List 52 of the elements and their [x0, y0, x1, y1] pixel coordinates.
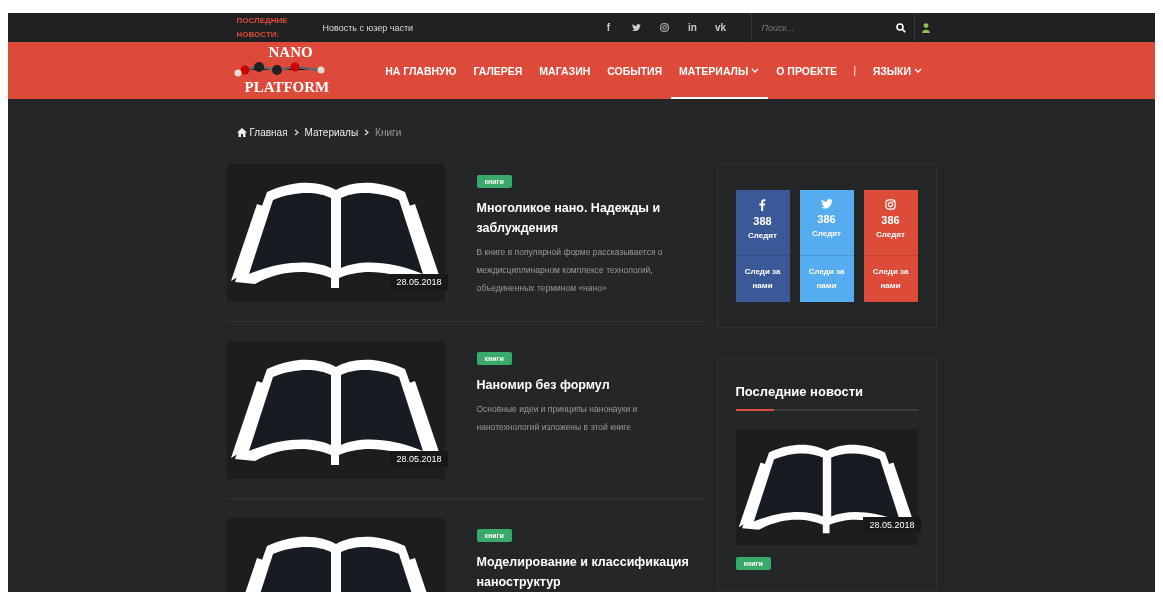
search-field[interactable]: Поиск...: [759, 21, 896, 34]
follow-link[interactable]: Следи за нами: [863, 256, 918, 294]
date-label: 28.05.2018: [863, 517, 921, 533]
nav-item[interactable]: ГАЛЕРЕЯ: [464, 42, 531, 99]
article-excerpt: Основные идеи и принципы нанонауки и нанотехнологий изложены в этой книге: [476, 403, 639, 434]
follow-link[interactable]: Следи за нами: [799, 256, 854, 294]
search-icon[interactable]: [895, 22, 906, 33]
facebook-icon: [759, 199, 766, 211]
article-title[interactable]: Моделирование и классификация наноструктур: [476, 552, 697, 592]
breadcrumb-link[interactable]: Главная: [236, 126, 288, 138]
nav-item[interactable]: О ПРОЕКТЕ: [767, 42, 846, 99]
date-label: 28.05.2018: [390, 451, 448, 467]
home-icon: [236, 127, 247, 137]
social-card[interactable]: 386 Следят Следи за нами: [863, 190, 918, 302]
social-link[interactable]: f: [594, 22, 623, 33]
chevron-down-icon: [751, 68, 760, 73]
follower-label: Следят: [812, 228, 841, 238]
follow-link[interactable]: Следи за нами: [735, 256, 790, 294]
nav-separator: |: [852, 64, 858, 78]
nav-item[interactable]: МАТЕРИАЛЫ: [670, 42, 768, 99]
twitter-icon: [632, 23, 641, 32]
breadcrumb-link[interactable]: Книги: [375, 126, 402, 138]
article-excerpt: В книге в популярной форме рассказывается о междисциплинарном комплексе технологий, объединенных термином «нано»: [476, 246, 664, 295]
nav-item[interactable]: МАГАЗИН: [530, 42, 599, 99]
chevron-right-icon: [364, 128, 370, 136]
twitter-icon: [820, 199, 833, 209]
follower-count: 386: [881, 214, 900, 226]
user-icon[interactable]: [921, 22, 930, 33]
date-label: 28.05.2018: [390, 274, 448, 290]
chevron-down-icon: [914, 68, 922, 73]
widget-title: Последние новости: [735, 384, 865, 399]
ticker-text[interactable]: Новость с юзер части: [322, 22, 595, 33]
ticker-label: ПОСЛЕДНИЕ НОВОСТИ:: [236, 14, 289, 41]
follower-count: 388: [753, 215, 772, 227]
social-card[interactable]: 386 Следят Следи за нами: [799, 190, 854, 302]
follower-label: Следят: [876, 230, 905, 239]
article-title[interactable]: Наномир без формул: [476, 375, 697, 395]
social-link[interactable]: in: [678, 22, 707, 33]
follower-label: Следят: [748, 231, 777, 240]
instagram-icon: [660, 23, 669, 32]
follower-count: 386: [817, 212, 836, 225]
article-title[interactable]: Многоликое нано. Надежды и заблуждения: [476, 198, 697, 238]
logo-text[interactable]: NANO: [268, 45, 313, 60]
nav-item[interactable]: СОБЫТИЯ: [598, 42, 671, 99]
breadcrumb-link[interactable]: Материалы: [304, 126, 359, 138]
social-card[interactable]: 388 Следят Следи за нами: [735, 190, 790, 302]
chevron-right-icon: [293, 128, 299, 136]
logo-text[interactable]: PLATFORM: [244, 80, 330, 95]
nav-item[interactable]: НА ГЛАВНУЮ: [376, 42, 465, 99]
nav-item[interactable]: ЯЗЫКИ: [864, 42, 931, 99]
instagram-icon: [885, 199, 896, 210]
social-link[interactable]: vk: [706, 22, 735, 33]
